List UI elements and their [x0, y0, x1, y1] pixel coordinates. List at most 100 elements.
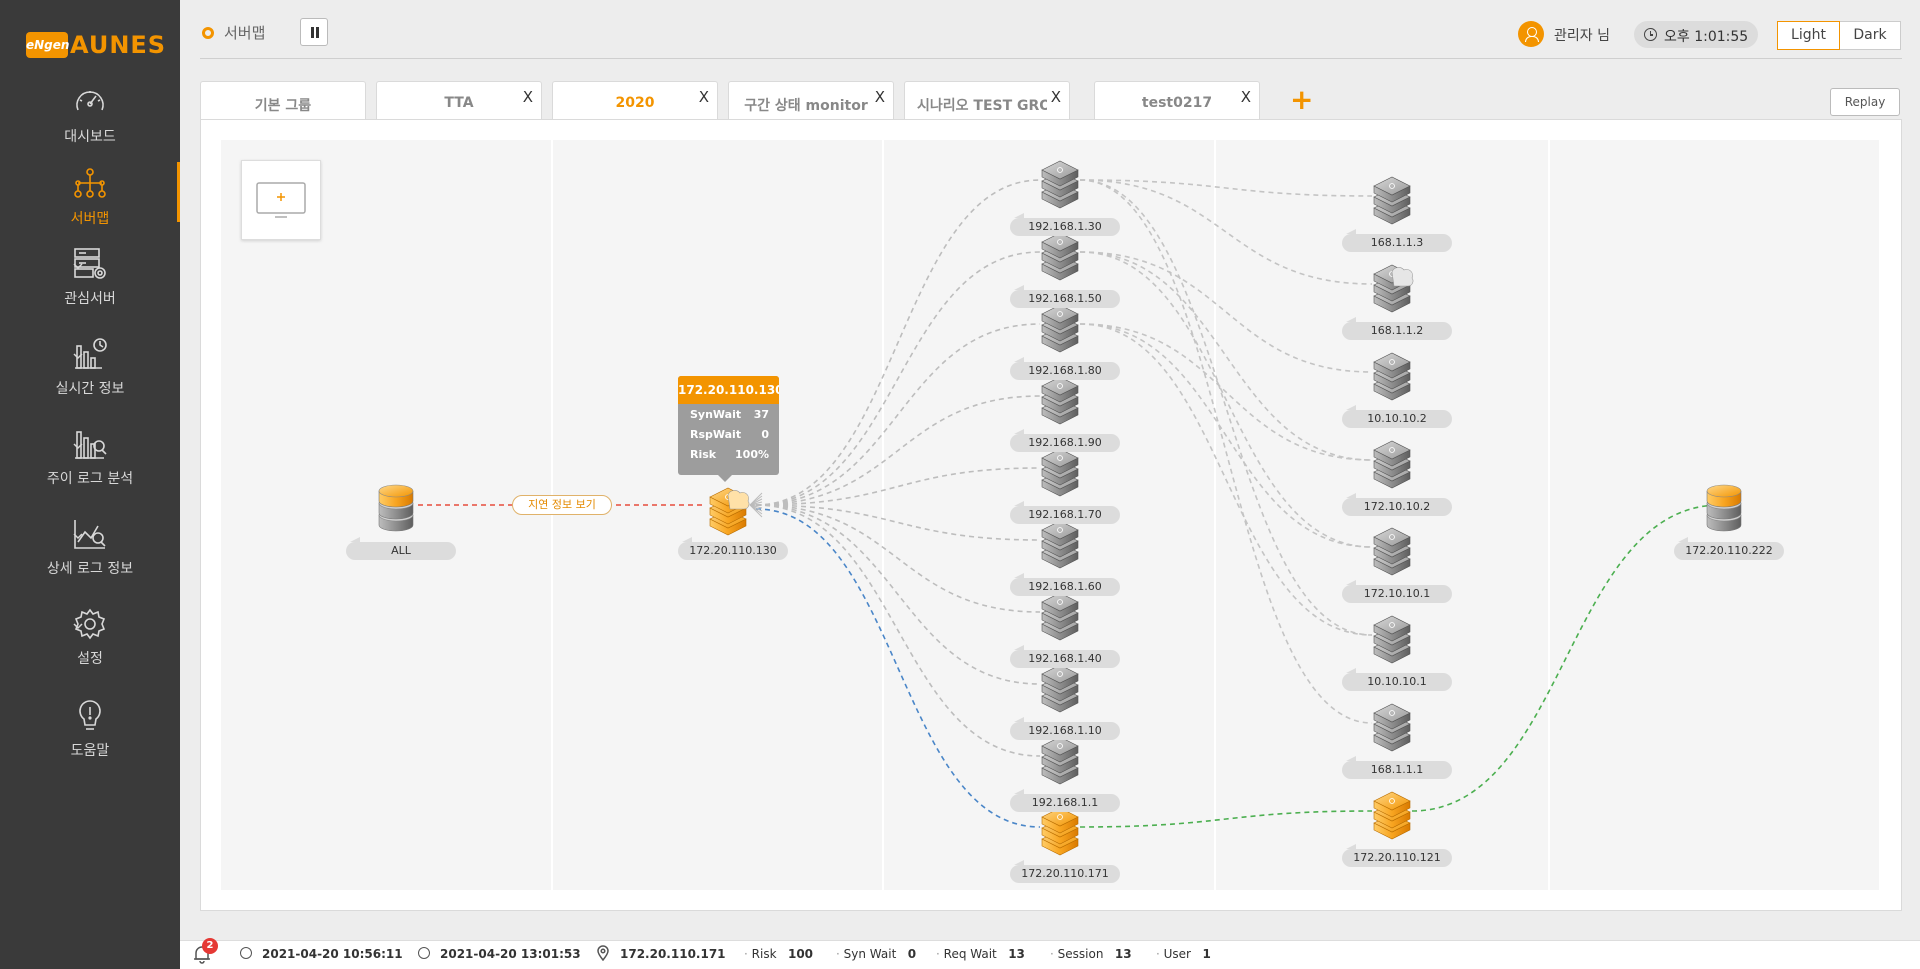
- node-label-col4-orange[interactable]: 172.20.110.121: [1342, 844, 1452, 867]
- stat-syn-wait: · Syn Wait 0: [836, 947, 917, 961]
- edge-center-to-server[interactable]: [755, 504, 1041, 685]
- edge-server-to-server[interactable]: [1079, 179, 1373, 197]
- tooltip-tail: [717, 474, 733, 482]
- node-label-col3[interactable]: 192.168.1.70: [1010, 501, 1120, 524]
- server-node[interactable]: [1041, 664, 1079, 713]
- edge-server-to-server[interactable]: [1079, 251, 1373, 461]
- check-icon: [240, 947, 252, 959]
- stat-value: 13: [1008, 947, 1025, 961]
- node-label-db[interactable]: 172.20.110.222: [1674, 537, 1784, 560]
- tooltip-value: 0: [761, 428, 769, 441]
- server-map-graph: [378, 160, 1742, 856]
- cloud-server-node[interactable]: [1373, 264, 1414, 313]
- tooltip-key: RspWait: [690, 428, 742, 441]
- edge-center-to-server[interactable]: [755, 179, 1041, 506]
- start-time-value: 2021-04-20 10:56:11: [262, 947, 403, 961]
- edge-server-to-server[interactable]: [1079, 323, 1373, 461]
- stat-user: · User 1: [1156, 947, 1211, 961]
- edge-server-to-server[interactable]: [1079, 323, 1373, 636]
- server-node-orange[interactable]: [1373, 791, 1411, 840]
- server-node[interactable]: [1373, 440, 1411, 489]
- server-node[interactable]: [1373, 615, 1411, 664]
- edge-center-to-server[interactable]: [755, 251, 1041, 506]
- node-label-col4[interactable]: 172.10.10.2: [1342, 493, 1452, 516]
- tooltip-value: 37: [753, 408, 769, 421]
- server-node[interactable]: [1373, 352, 1411, 401]
- location-value: 172.20.110.171: [620, 947, 726, 961]
- location-pin-icon: [597, 945, 609, 961]
- edge-server-to-server[interactable]: [1079, 251, 1373, 548]
- tooltip-row: RspWait 0: [678, 424, 779, 444]
- stat-risk: · Risk 100: [744, 947, 814, 961]
- tooltip-title: 172.20.110.130: [678, 376, 779, 404]
- node-tooltip: 172.20.110.130 SynWait 37 RspWait 0 Risk…: [678, 376, 779, 475]
- edge-server-to-server[interactable]: [1079, 251, 1373, 373]
- edge-center-to-server[interactable]: [755, 323, 1041, 506]
- node-label-col3[interactable]: 192.168.1.80: [1010, 357, 1120, 380]
- server-node[interactable]: [1041, 448, 1079, 497]
- stat-key: Req Wait: [943, 947, 997, 961]
- node-label-col4[interactable]: 10.10.10.2: [1342, 405, 1452, 428]
- tooltip-key: Risk: [690, 448, 717, 461]
- stat-key: Syn Wait: [843, 947, 897, 961]
- node-label-col3[interactable]: 192.168.1.10: [1010, 717, 1120, 740]
- notification-count-badge: 2: [202, 938, 218, 954]
- edge-center-to-app[interactable]: [755, 508, 1041, 828]
- node-label-col3[interactable]: 192.168.1.50: [1010, 285, 1120, 308]
- stat-value: 100: [787, 947, 814, 961]
- stat-key: User: [1163, 947, 1191, 961]
- server-node[interactable]: [1041, 232, 1079, 281]
- tooltip-row: SynWait 37: [678, 404, 779, 424]
- node-label-col3[interactable]: 192.168.1.1: [1010, 789, 1120, 812]
- server-node[interactable]: [1041, 520, 1079, 569]
- delay-info-link[interactable]: 지연 정보 보기: [512, 495, 612, 515]
- edge-center-to-server[interactable]: [755, 395, 1041, 506]
- stat-req-wait: · Req Wait 13: [936, 947, 1025, 961]
- server-node[interactable]: [1373, 527, 1411, 576]
- node-label-all[interactable]: ALL: [346, 537, 456, 560]
- edge-center-to-server[interactable]: [755, 467, 1041, 506]
- tooltip-value: 100%: [735, 448, 769, 461]
- node-label-col3[interactable]: 192.168.1.40: [1010, 645, 1120, 668]
- node-label-col3-orange[interactable]: 172.20.110.171: [1010, 860, 1120, 883]
- edge-server-to-server[interactable]: [1079, 323, 1373, 548]
- start-time: 2021-04-20 10:56:11: [262, 947, 403, 961]
- node-label-col3[interactable]: 192.168.1.30: [1010, 213, 1120, 236]
- server-node[interactable]: [1041, 592, 1079, 641]
- edge-center-to-server[interactable]: [755, 504, 1041, 613]
- database-node-all[interactable]: [378, 484, 414, 532]
- edge-server-to-server[interactable]: [1079, 179, 1373, 636]
- node-label-col4[interactable]: 168.1.1.3: [1342, 229, 1452, 252]
- stat-key: Risk: [751, 947, 777, 961]
- server-node[interactable]: [1041, 160, 1079, 209]
- server-node-orange[interactable]: [1041, 807, 1079, 856]
- node-label-col4[interactable]: 172.10.10.1: [1342, 580, 1452, 603]
- server-node[interactable]: [1041, 736, 1079, 785]
- edge-center-to-server[interactable]: [755, 504, 1041, 757]
- end-time-value: 2021-04-20 13:01:53: [440, 947, 581, 961]
- stat-value: 1: [1202, 947, 1211, 961]
- node-label-col4[interactable]: 10.10.10.1: [1342, 668, 1452, 691]
- stat-key: Session: [1057, 947, 1104, 961]
- stat-value: 13: [1114, 947, 1132, 961]
- node-label-col3[interactable]: 192.168.1.90: [1010, 429, 1120, 452]
- node-label-col4[interactable]: 168.1.1.2: [1342, 317, 1452, 340]
- stat-value: 0: [907, 947, 917, 961]
- node-label-center[interactable]: 172.20.110.130: [678, 537, 788, 560]
- database-node-right[interactable]: [1706, 484, 1742, 532]
- node-label-col4[interactable]: 168.1.1.1: [1342, 756, 1452, 779]
- edge-center-to-server[interactable]: [755, 504, 1041, 541]
- stat-session: · Session 13: [1050, 947, 1132, 961]
- server-node[interactable]: [1373, 703, 1411, 752]
- end-time: 2021-04-20 13:01:53: [440, 947, 581, 961]
- tooltip-row: Risk 100%: [678, 444, 779, 464]
- edge-app-to-app[interactable]: [1079, 810, 1373, 828]
- server-node[interactable]: [1041, 376, 1079, 425]
- cloud-server-node-center[interactable]: [709, 487, 750, 536]
- tooltip-key: SynWait: [690, 408, 742, 421]
- clock-icon: [418, 947, 430, 959]
- server-node[interactable]: [1373, 176, 1411, 225]
- location: 172.20.110.171: [620, 947, 726, 961]
- server-node[interactable]: [1041, 304, 1079, 353]
- node-label-col3[interactable]: 192.168.1.60: [1010, 573, 1120, 596]
